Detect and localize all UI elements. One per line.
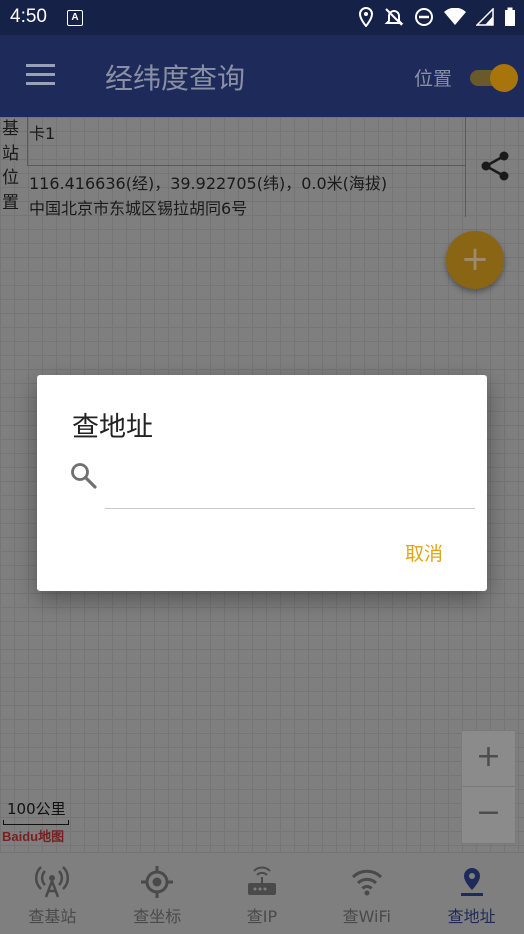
do-not-disturb-icon [415, 8, 433, 26]
plus-icon: + [460, 239, 490, 279]
wifi-icon [444, 8, 466, 25]
app-title: 经纬度查询 [105, 62, 246, 95]
app-bar: 经纬度查询 位置 [0, 35, 524, 117]
tab-coordinates[interactable]: 查坐标 [105, 853, 210, 934]
position-label-text: 位置 [2, 168, 19, 213]
gps-crosshair-icon [141, 866, 174, 898]
bottom-navigation: 查基站 查坐标 查IP 查WiFi 查地址 [0, 852, 524, 934]
toggle-thumb [490, 64, 518, 92]
divider [27, 117, 28, 165]
status-bar: 4:50 A [0, 0, 524, 35]
search-address-dialog: 查地址 取消 [37, 375, 487, 591]
tab-ip[interactable]: 查IP [210, 853, 315, 934]
signal-icon [476, 8, 494, 26]
info-panel: 基站 位置 卡1 116.416636(经)，39.922705(纬)，0.0米… [0, 117, 466, 218]
tab-address[interactable]: 查地址 [419, 853, 524, 934]
tab-label: 查基站 [28, 907, 77, 926]
tab-label: 查地址 [447, 907, 496, 926]
search-icon [71, 463, 97, 489]
zoom-controls: + − [461, 730, 516, 844]
coordinates-text: 116.416636(经)，39.922705(纬)，0.0米(海拔) [29, 174, 388, 193]
base-station-value: 卡1 [29, 124, 56, 143]
address-text: 中国北京市东城区锡拉胡同6号 [29, 199, 248, 218]
zoom-out-button[interactable]: − [462, 787, 515, 842]
location-toggle[interactable] [468, 64, 518, 92]
status-icons [358, 7, 516, 27]
map-scale-label: 100公里 [7, 800, 66, 818]
position-label: 位置 [2, 166, 24, 215]
zoom-in-button[interactable]: + [462, 731, 515, 786]
map-pin-icon [460, 868, 483, 896]
tab-label: 查WiFi [342, 907, 391, 926]
base-station-label-text: 基站 [2, 119, 19, 164]
router-icon [247, 866, 276, 895]
base-station-label: 基站 [2, 117, 24, 166]
share-icon[interactable] [478, 149, 512, 183]
divider [465, 117, 466, 217]
a-notification-icon: A [67, 10, 83, 26]
menu-icon[interactable] [26, 64, 55, 86]
tab-label: 查IP [246, 907, 278, 926]
wifi-icon [351, 869, 382, 896]
address-search-input[interactable] [105, 461, 475, 509]
divider [27, 165, 465, 166]
baidu-logo: Baidu地图 [2, 829, 65, 844]
cancel-button[interactable]: 取消 [389, 532, 459, 572]
map-scale-bar [3, 820, 69, 825]
battery-icon [505, 7, 515, 26]
status-time: 4:50 [10, 6, 47, 27]
location-icon [358, 7, 374, 27]
antenna-icon [35, 866, 70, 898]
tab-base-station[interactable]: 查基站 [0, 853, 105, 934]
dialog-title: 查地址 [72, 412, 153, 443]
tab-wifi[interactable]: 查WiFi [314, 853, 419, 934]
location-toggle-label: 位置 [414, 68, 453, 90]
notifications-off-icon [384, 8, 404, 26]
tab-label: 查坐标 [133, 907, 182, 926]
add-fab-button[interactable]: + [446, 231, 504, 289]
